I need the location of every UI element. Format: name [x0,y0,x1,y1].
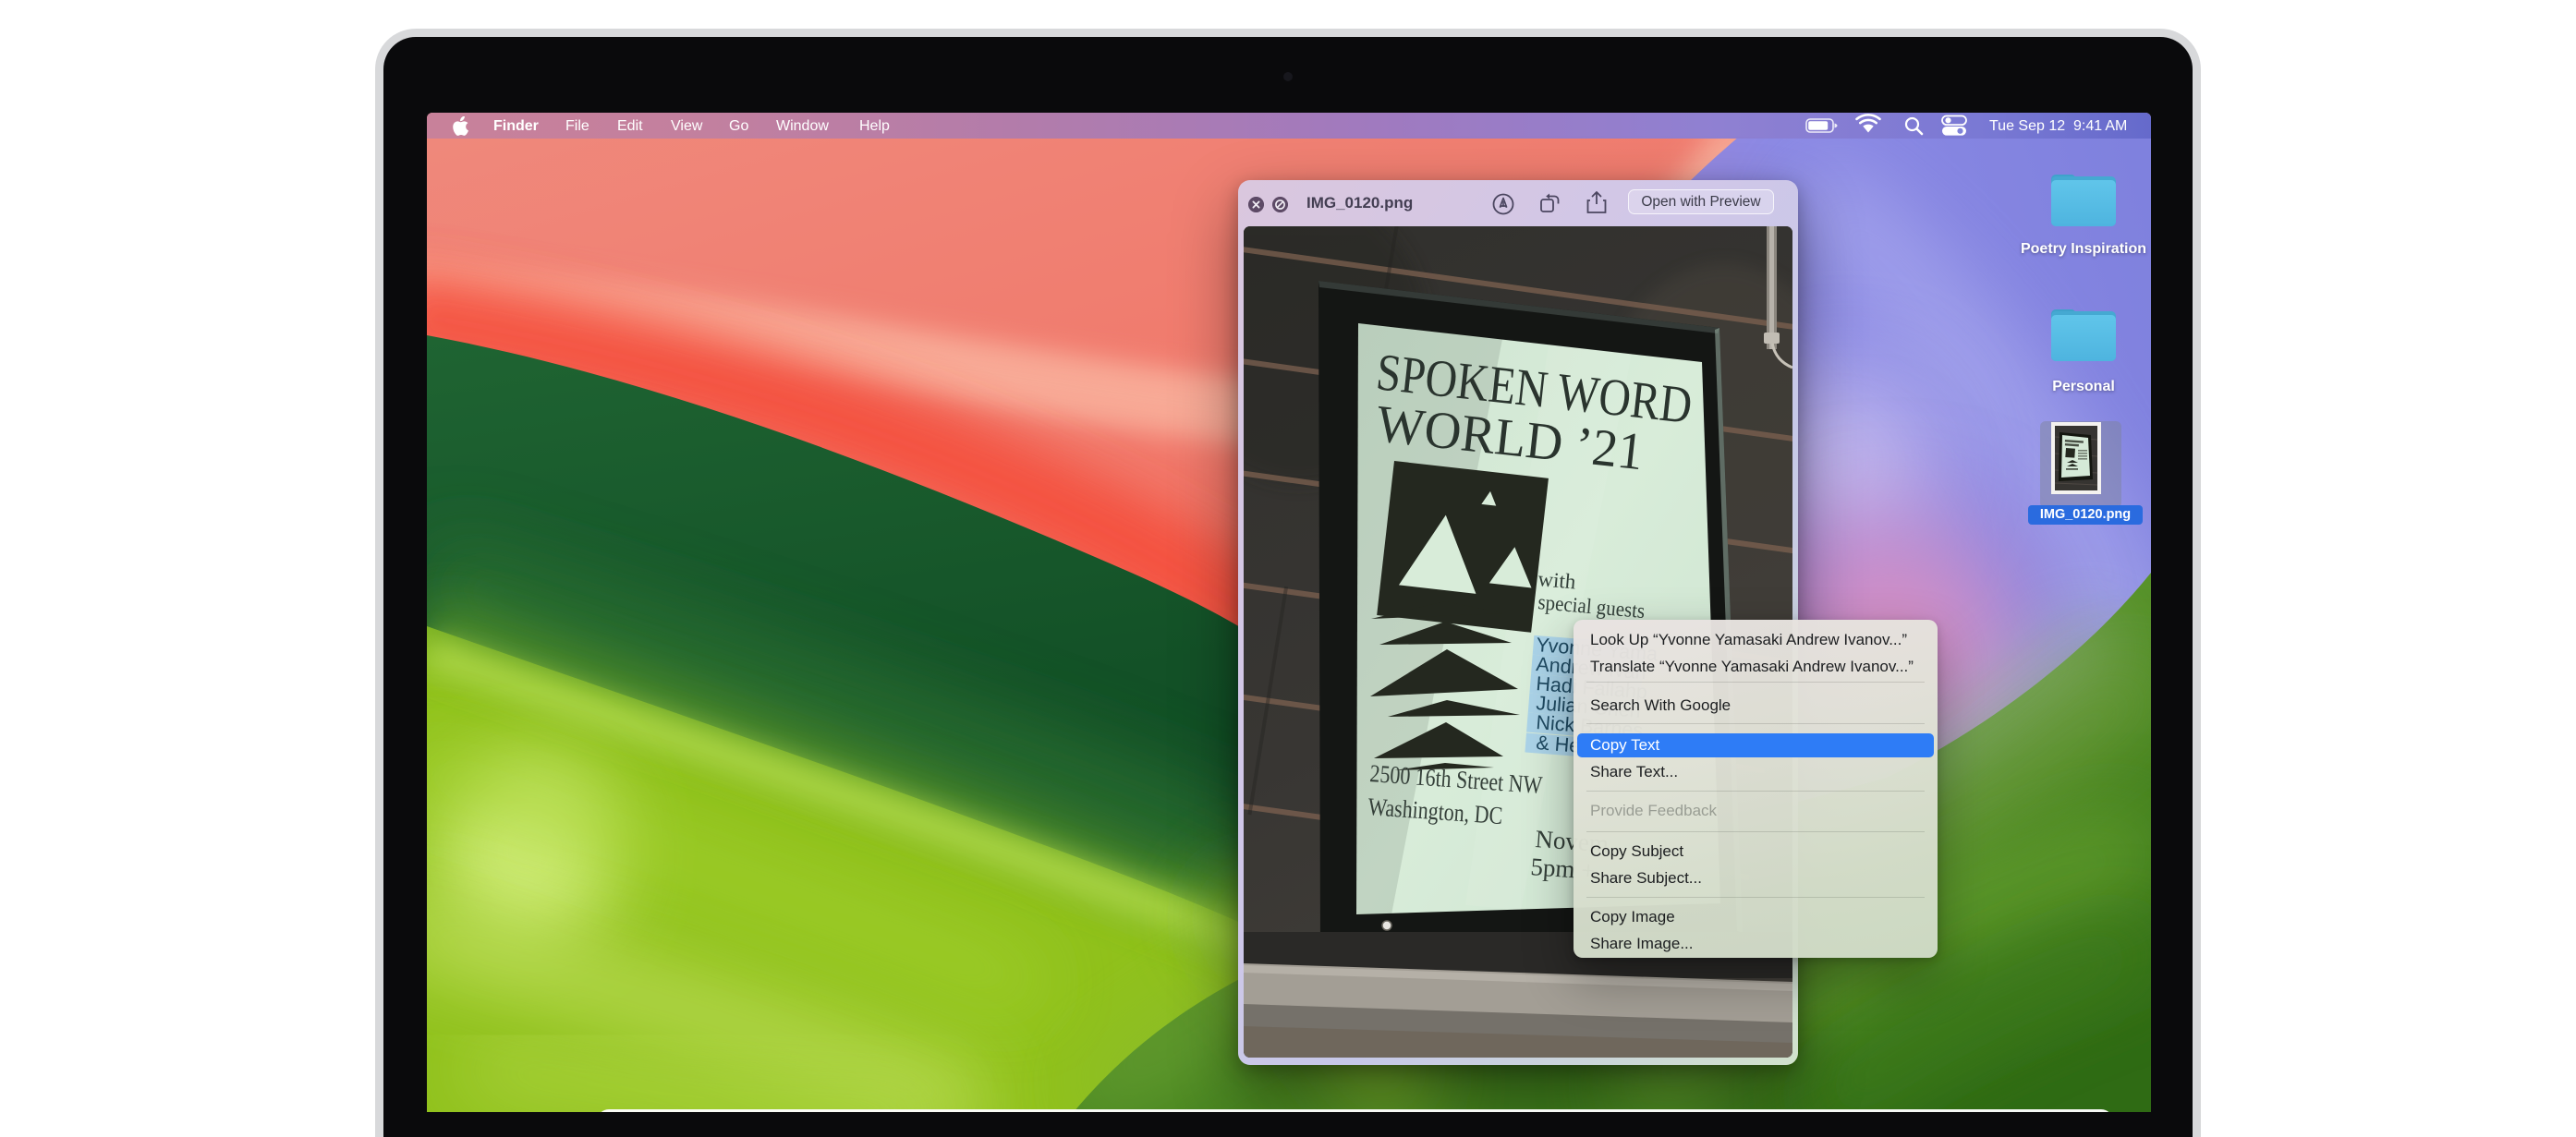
svg-text:with: with [1537,567,1577,594]
